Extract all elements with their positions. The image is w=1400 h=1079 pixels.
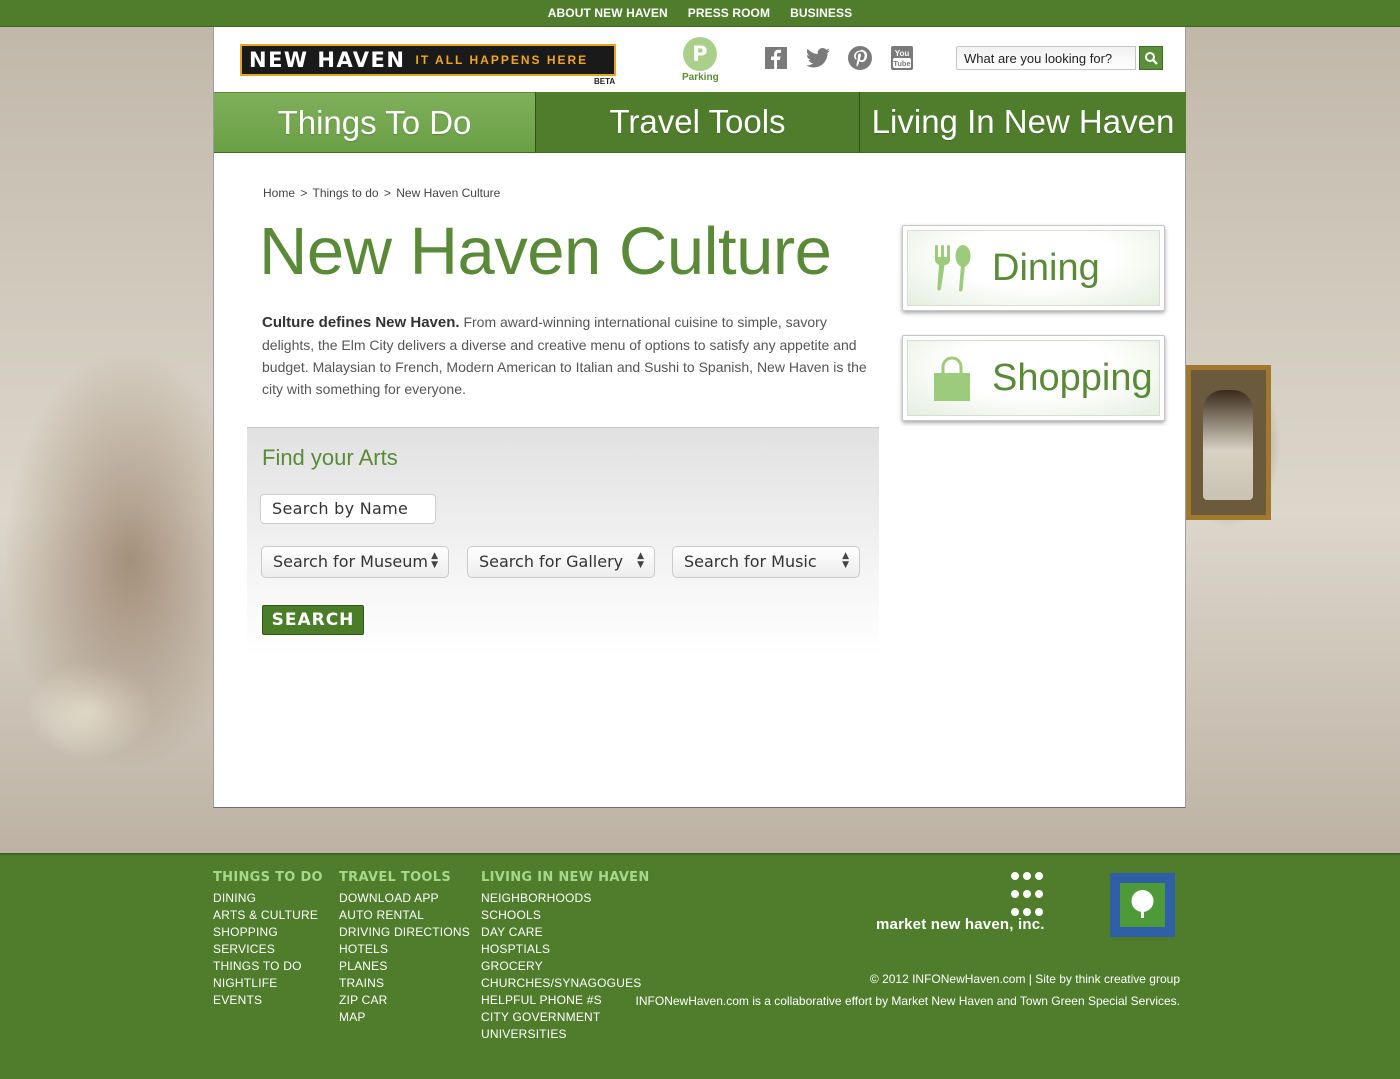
museum-select-value: Search for Museum bbox=[273, 552, 428, 571]
select-arrows-icon: ▲ ▼ bbox=[842, 551, 849, 570]
footer-things-to-do: THINGS TO DO DINING ARTS & CULTURE SHOPP… bbox=[213, 870, 323, 1009]
utility-bar: ABOUT NEW HAVEN PRESS ROOM BUSINESS bbox=[0, 0, 1400, 27]
footer-link[interactable]: CITY GOVERNMENT bbox=[481, 1009, 650, 1026]
tab-travel-tools[interactable]: Travel Tools bbox=[535, 92, 860, 153]
footer-link[interactable]: THINGS TO DO bbox=[213, 958, 323, 975]
dining-label: Dining bbox=[992, 247, 1100, 289]
shopping-label: Shopping bbox=[992, 357, 1153, 399]
site-search-input[interactable] bbox=[956, 46, 1136, 70]
footer-link[interactable]: ARTS & CULTURE bbox=[213, 907, 323, 924]
footer-link[interactable]: DOWNLOAD APP bbox=[339, 890, 470, 907]
twitter-icon[interactable] bbox=[806, 46, 830, 70]
select-arrows-icon: ▲ ▼ bbox=[431, 551, 438, 570]
footer-link[interactable]: CHURCHES/SYNAGOGUES bbox=[481, 975, 650, 992]
dining-promo-panel: Dining bbox=[907, 230, 1160, 306]
press-room-link[interactable]: PRESS ROOM bbox=[688, 6, 770, 20]
gallery-select[interactable]: Search for Gallery ▲ ▼ bbox=[467, 546, 655, 578]
search-by-name-input[interactable]: Search by Name bbox=[260, 494, 436, 524]
breadcrumb-current: New Haven Culture bbox=[396, 186, 501, 200]
parking-label: Parking bbox=[682, 72, 719, 83]
breadcrumb: Home > Things to do > New Haven Culture bbox=[263, 186, 502, 200]
footer-link[interactable]: GROCERY bbox=[481, 958, 650, 975]
tab-things-to-do[interactable]: Things To Do bbox=[214, 92, 535, 153]
youtube-icon[interactable]: You Tube bbox=[890, 46, 914, 70]
logo-tagline: IT ALL HAPPENS HERE bbox=[415, 53, 589, 67]
business-link[interactable]: BUSINESS bbox=[790, 6, 852, 20]
footer-link[interactable]: SCHOOLS bbox=[481, 907, 650, 924]
site-search bbox=[956, 46, 1163, 70]
footer-link[interactable]: HOTELS bbox=[339, 941, 470, 958]
site-header: NEW HAVEN IT ALL HAPPENS HERE BETA P Par… bbox=[214, 27, 1185, 92]
social-links: You Tube bbox=[764, 46, 914, 70]
find-arts-heading: Find your Arts bbox=[262, 445, 398, 470]
footer-link[interactable]: NIGHTLIFE bbox=[213, 975, 323, 992]
search-button[interactable]: SEARCH bbox=[262, 605, 364, 635]
page-title: New Haven Culture bbox=[259, 214, 832, 289]
site-logo[interactable]: NEW HAVEN IT ALL HAPPENS HERE bbox=[240, 44, 616, 76]
footer-link[interactable]: EVENTS bbox=[213, 992, 323, 1009]
footer-link[interactable]: DRIVING DIRECTIONS bbox=[339, 924, 470, 941]
about-new-haven-link[interactable]: ABOUT NEW HAVEN bbox=[548, 6, 668, 20]
select-arrows-icon: ▲ ▼ bbox=[637, 551, 644, 570]
breadcrumb-things-to-do[interactable]: Things to do bbox=[313, 186, 379, 200]
town-green-district-logo[interactable] bbox=[1110, 873, 1175, 937]
footer-link[interactable]: HOSPTIALS bbox=[481, 941, 650, 958]
footer-link[interactable]: TRAINS bbox=[339, 975, 470, 992]
parking-icon: P bbox=[683, 37, 717, 71]
breadcrumb-separator: > bbox=[300, 186, 308, 200]
gallery-select-value: Search for Gallery bbox=[479, 552, 624, 571]
intro-lead: Culture defines New Haven. bbox=[262, 314, 460, 331]
footer-living: LIVING IN NEW HAVEN NEIGHBORHOODS SCHOOL… bbox=[481, 870, 650, 1043]
intro-paragraph: Culture defines New Haven. From award-wi… bbox=[262, 311, 872, 400]
site-search-button[interactable] bbox=[1139, 46, 1163, 70]
facebook-icon[interactable] bbox=[764, 46, 788, 70]
search-icon bbox=[1145, 52, 1158, 65]
footer-travel-tools: TRAVEL TOOLS DOWNLOAD APP AUTO RENTAL DR… bbox=[339, 870, 470, 1026]
footer-link[interactable]: SHOPPING bbox=[213, 924, 323, 941]
shopping-bag-icon bbox=[934, 356, 970, 401]
pinterest-icon[interactable] bbox=[848, 46, 872, 70]
footer-heading[interactable]: LIVING IN NEW HAVEN bbox=[481, 870, 650, 885]
site-footer: THINGS TO DO DINING ARTS & CULTURE SHOPP… bbox=[0, 853, 1400, 1079]
town-green-tree-icon bbox=[1120, 883, 1165, 927]
svg-text:Tube: Tube bbox=[893, 59, 910, 68]
collab-line: INFONewHaven.com is a collaborative effo… bbox=[635, 994, 1180, 1008]
market-new-haven-name: market new haven, inc. bbox=[876, 916, 1045, 933]
beta-label: BETA bbox=[594, 77, 616, 86]
footer-link[interactable]: DAY CARE bbox=[481, 924, 650, 941]
footer-link[interactable]: UNIVERSITIES bbox=[481, 1026, 650, 1043]
footer-link[interactable]: ZIP CAR bbox=[339, 992, 470, 1009]
breadcrumb-home[interactable]: Home bbox=[263, 186, 295, 200]
footer-link[interactable]: HELPFUL PHONE #S bbox=[481, 992, 650, 1009]
museum-select[interactable]: Search for Museum ▲ ▼ bbox=[261, 546, 449, 578]
find-arts-panel: Find your Arts Search by Name Search for… bbox=[247, 427, 879, 657]
dining-promo[interactable]: Dining bbox=[902, 225, 1165, 311]
breadcrumb-separator: > bbox=[383, 186, 391, 200]
footer-link[interactable]: NEIGHBORHOODS bbox=[481, 890, 650, 907]
shopping-promo-panel: Shopping bbox=[907, 340, 1160, 416]
svg-text:You: You bbox=[895, 49, 910, 58]
music-select[interactable]: Search for Music ▲ ▼ bbox=[672, 546, 860, 578]
tab-living-in-new-haven[interactable]: Living In New Haven bbox=[860, 92, 1186, 153]
music-select-value: Search for Music bbox=[684, 552, 817, 571]
fork-spoon-icon bbox=[935, 245, 971, 292]
footer-link[interactable]: PLANES bbox=[339, 958, 470, 975]
copyright-line: © 2012 INFONewHaven.com | Site by think … bbox=[869, 972, 1180, 986]
logo-main-text: NEW HAVEN bbox=[249, 48, 406, 72]
main-nav: Things To Do Travel Tools Living In New … bbox=[214, 92, 1186, 153]
main-card: NEW HAVEN IT ALL HAPPENS HERE BETA P Par… bbox=[213, 27, 1186, 808]
footer-heading[interactable]: THINGS TO DO bbox=[213, 870, 323, 885]
footer-link[interactable]: AUTO RENTAL bbox=[339, 907, 470, 924]
footer-link[interactable]: MAP bbox=[339, 1009, 470, 1026]
portrait-painting bbox=[1186, 365, 1271, 520]
footer-copyright: © 2012 INFONewHaven.com | Site by think … bbox=[636, 968, 1180, 1012]
parking-link[interactable]: P Parking bbox=[682, 37, 719, 83]
footer-link[interactable]: SERVICES bbox=[213, 941, 323, 958]
footer-link[interactable]: DINING bbox=[213, 890, 323, 907]
shopping-promo[interactable]: Shopping bbox=[902, 335, 1165, 421]
footer-heading[interactable]: TRAVEL TOOLS bbox=[339, 870, 470, 885]
